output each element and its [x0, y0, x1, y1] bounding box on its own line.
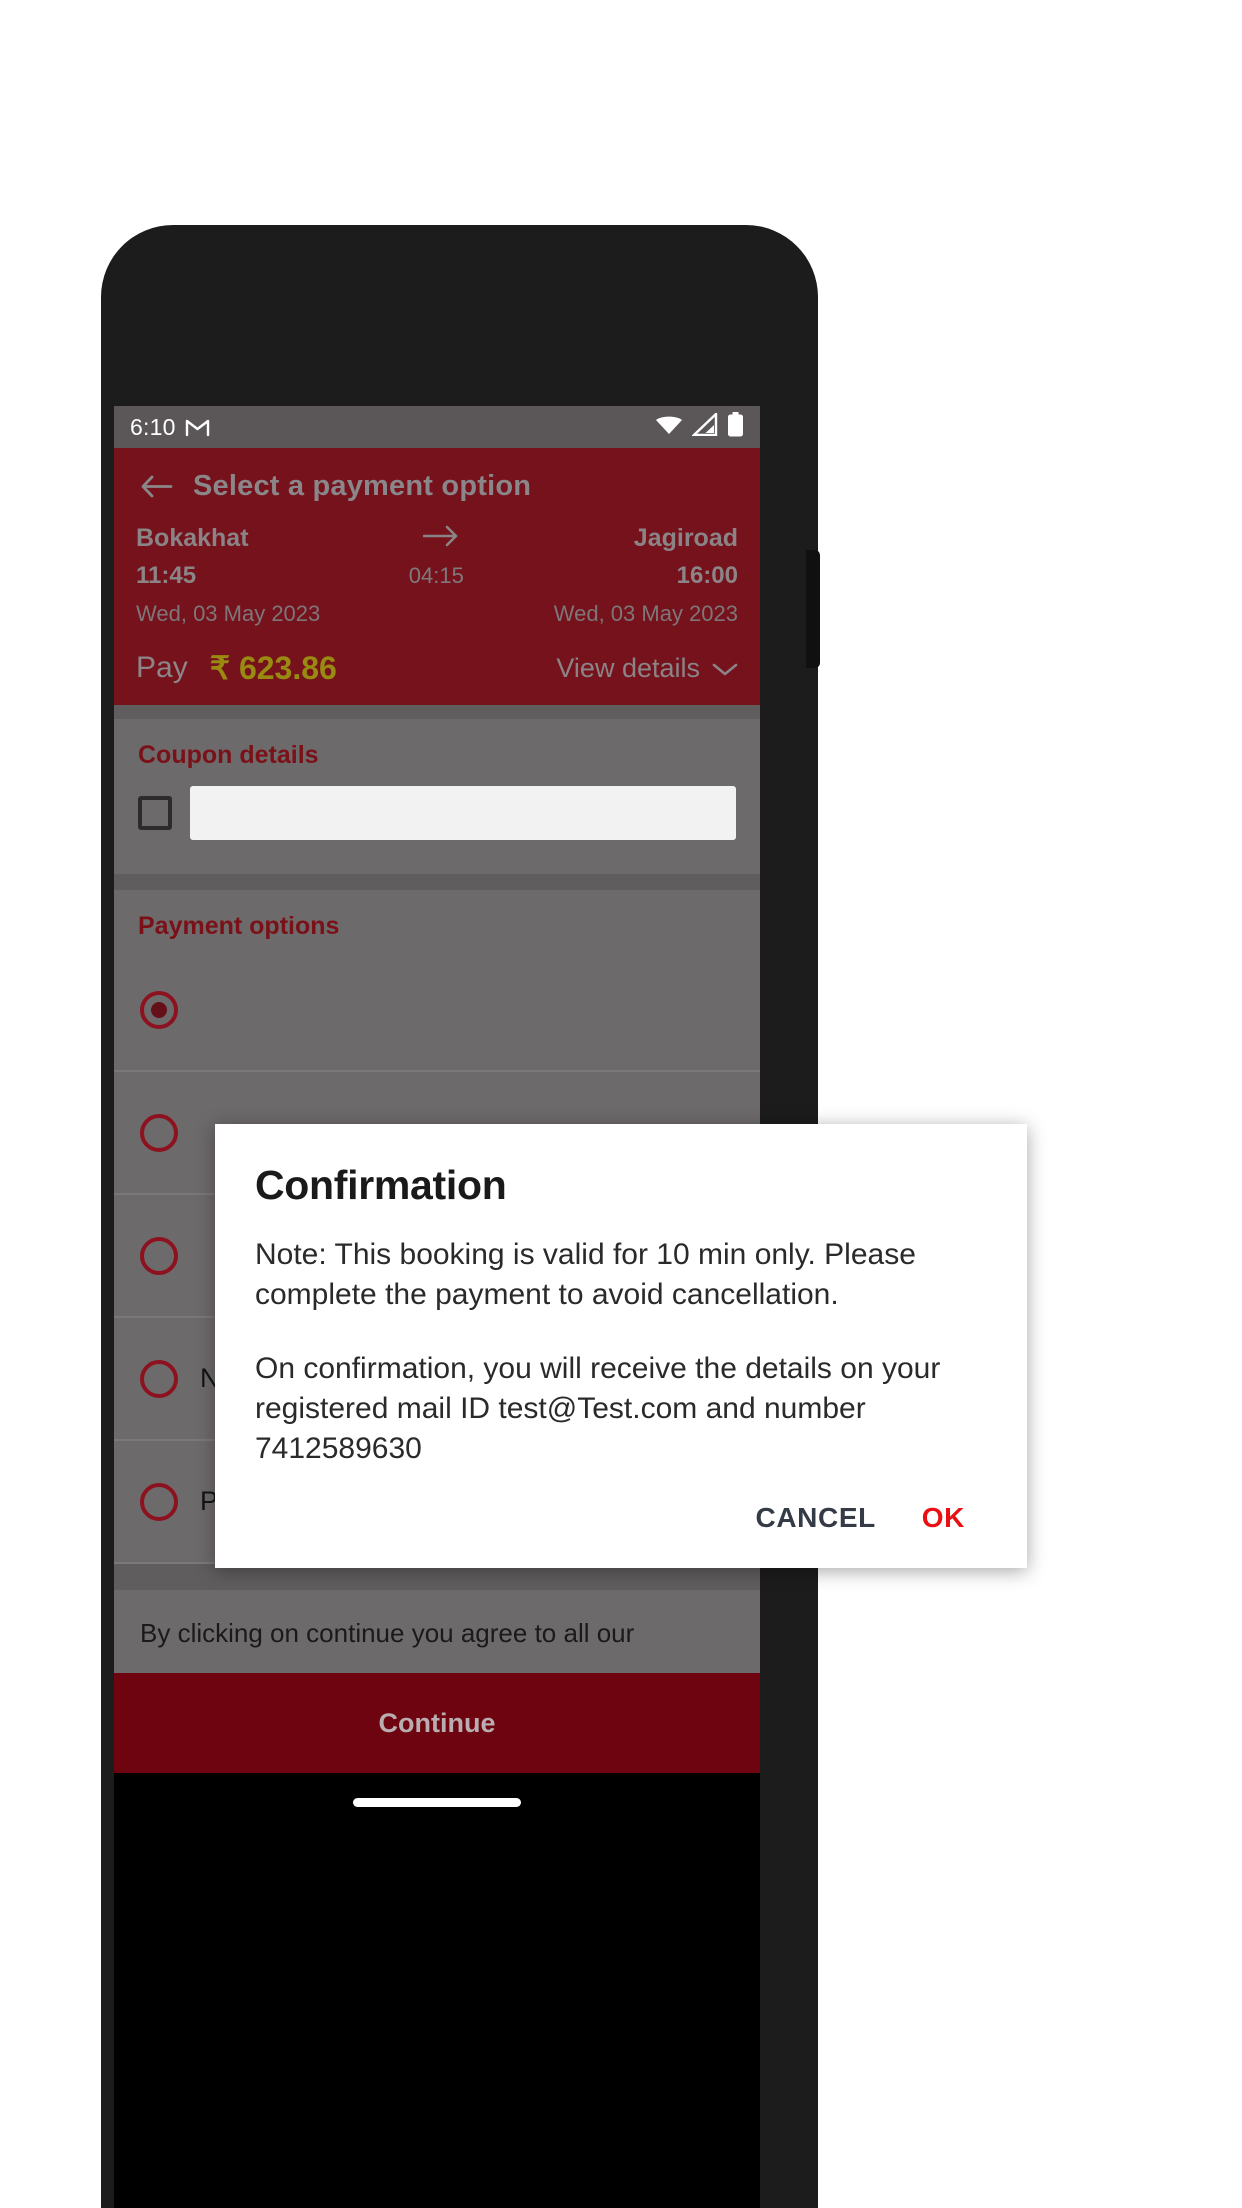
- coupon-checkbox[interactable]: [138, 796, 172, 830]
- confirmation-dialog: Confirmation Note: This booking is valid…: [215, 1124, 1027, 1569]
- power-button[interactable]: [806, 550, 820, 668]
- cancel-button[interactable]: CANCEL: [756, 1502, 876, 1534]
- pay-summary-row: Pay ₹ 623.86 View details: [114, 649, 760, 687]
- payment-option-radio[interactable]: [140, 1236, 178, 1275]
- battery-icon: [727, 412, 744, 442]
- depart-date: Wed, 03 May 2023: [136, 601, 321, 626]
- section-divider: [114, 705, 760, 719]
- coupon-code-input[interactable]: [190, 786, 736, 840]
- page-title: Select a payment option: [193, 469, 532, 502]
- origin-station: Bokakhat: [136, 524, 249, 552]
- depart-time: 11:45: [136, 562, 197, 589]
- screenshot-canvas: 6:10 Select a payment option Bokakhat Ja…: [0, 0, 1242, 2208]
- dialog-title: Confirmation: [255, 1162, 507, 1208]
- view-details-button[interactable]: View details: [556, 653, 738, 684]
- status-bar-right: [655, 411, 744, 442]
- payment-option-radio[interactable]: [140, 1482, 178, 1521]
- header-title-row: Select a payment option: [114, 448, 760, 524]
- route-dates-row: Wed, 03 May 2023 Wed, 03 May 2023: [136, 601, 738, 627]
- chevron-down-icon: [712, 653, 738, 684]
- coupon-card: Coupon details: [114, 719, 760, 874]
- route-stations-row: Bokakhat Jagiroad: [136, 524, 738, 553]
- status-bar: 6:10: [114, 406, 760, 448]
- arrive-time: 16:00: [676, 562, 738, 589]
- payment-option-radio[interactable]: [140, 1113, 178, 1152]
- route-times-row: 11:45 04:15 16:00: [136, 562, 738, 590]
- payment-options-title: Payment options: [138, 912, 340, 940]
- continue-button[interactable]: Continue: [114, 1673, 760, 1774]
- dialog-message-primary: Note: This booking is valid for 10 min o…: [255, 1238, 916, 1311]
- terms-text: By clicking on continue you agree to all…: [140, 1618, 635, 1648]
- section-divider: [114, 874, 760, 890]
- system-navigation-bar: [114, 1773, 760, 1832]
- app-header: Select a payment option Bokakhat Jagiroa…: [114, 448, 760, 705]
- gmail-m-icon: [185, 418, 210, 437]
- payment-option-radio[interactable]: [140, 1359, 178, 1398]
- arrow-right-icon: [422, 525, 459, 552]
- terms-block: By clicking on continue you agree to all…: [114, 1590, 760, 1674]
- payment-option-radio[interactable]: [140, 990, 178, 1029]
- journey-duration: 04:15: [408, 563, 464, 588]
- payment-option-row[interactable]: [114, 949, 760, 1072]
- view-details-label: View details: [556, 652, 700, 683]
- ok-button[interactable]: OK: [922, 1502, 965, 1534]
- coupon-section-title: Coupon details: [138, 741, 319, 769]
- cellular-signal-icon: [691, 411, 718, 441]
- back-arrow-icon[interactable]: [140, 474, 173, 499]
- arrive-date: Wed, 03 May 2023: [553, 601, 738, 626]
- status-bar-left: 6:10: [130, 414, 210, 441]
- dialog-action-row: CANCEL OK: [255, 1502, 987, 1548]
- status-bar-clock: 6:10: [130, 413, 176, 440]
- home-gesture-pill[interactable]: [353, 1797, 521, 1807]
- destination-station: Jagiroad: [633, 524, 738, 552]
- pay-label: Pay: [136, 651, 188, 684]
- continue-button-label: Continue: [378, 1707, 496, 1738]
- dialog-message-secondary: On confirmation, you will receive the de…: [255, 1351, 941, 1465]
- route-summary: Bokakhat Jagiroad 11:45 04:15 16:00 Wed,…: [114, 524, 760, 627]
- pay-amount: ₹ 623.86: [209, 650, 337, 686]
- coupon-input-row: [138, 786, 736, 864]
- wifi-icon: [655, 414, 683, 441]
